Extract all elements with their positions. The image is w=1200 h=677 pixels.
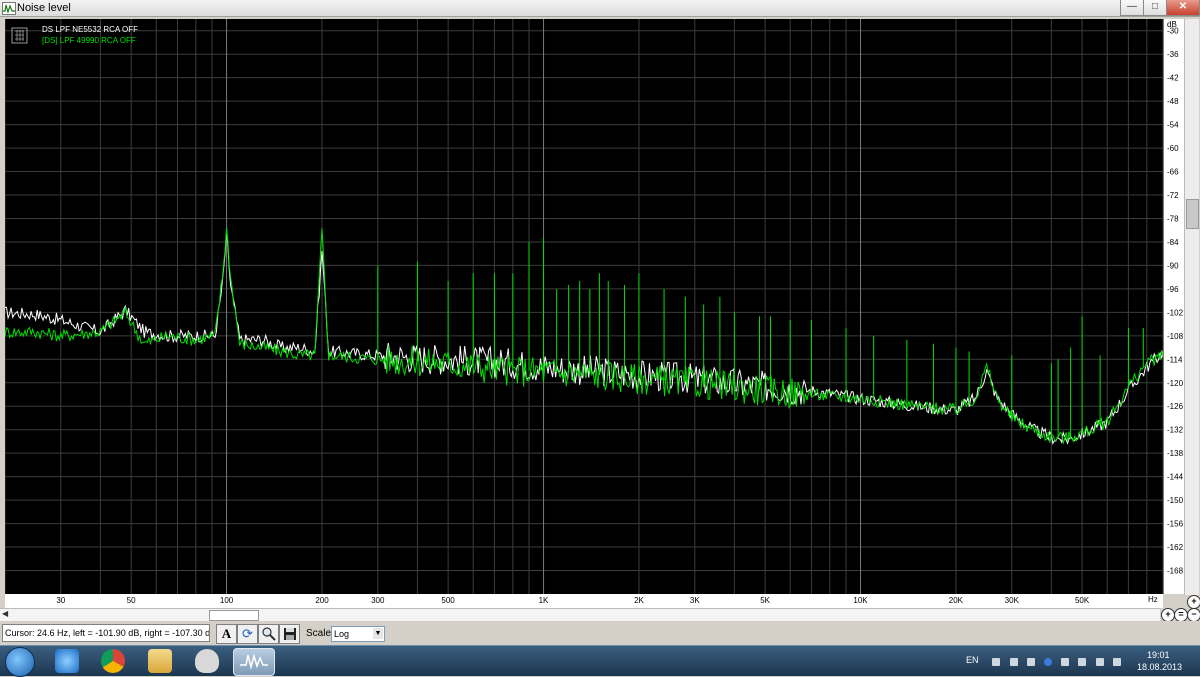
x-tick-label: 30K xyxy=(1005,596,1020,605)
internet-explorer-icon[interactable] xyxy=(55,649,79,673)
x-tick-label: 50K xyxy=(1075,596,1090,605)
y-tick-label: -120 xyxy=(1167,379,1184,388)
legend-grid-icon xyxy=(15,30,24,41)
scroll-left-icon[interactable]: ◀ xyxy=(2,609,8,618)
scale-select[interactable]: Log ▼ xyxy=(331,626,385,642)
window-title: Noise level xyxy=(17,2,71,14)
start-button[interactable] xyxy=(5,647,35,677)
zoom-controls: + = − + xyxy=(1158,594,1200,622)
letter-a-icon[interactable]: A xyxy=(216,624,237,644)
y-tick-label: -162 xyxy=(1167,543,1184,552)
clock-time[interactable]: 19:01 xyxy=(1147,650,1170,660)
vertical-scrollbar[interactable] xyxy=(1184,19,1199,595)
y-tick-label: -108 xyxy=(1167,332,1184,341)
y-tick-label: -150 xyxy=(1167,496,1184,505)
y-tick-label: -132 xyxy=(1167,426,1184,435)
horizontal-scrollbar[interactable]: ◀ xyxy=(0,608,1160,621)
y-tick-label: -60 xyxy=(1167,144,1179,153)
y-tick-label: -126 xyxy=(1167,402,1184,411)
tray-usb-icon[interactable] xyxy=(1061,658,1069,666)
chevron-down-icon[interactable]: ▼ xyxy=(373,628,383,639)
horizontal-scroll-thumb[interactable] xyxy=(209,610,259,621)
y-tick-label: -72 xyxy=(1167,191,1179,200)
scale-value: Log xyxy=(334,629,350,639)
y-tick-label: -138 xyxy=(1167,449,1184,458)
x-axis-unit: Hz xyxy=(1148,595,1158,604)
maximize-button[interactable]: □ xyxy=(1143,0,1167,16)
zoom-out-icon[interactable]: − xyxy=(1187,608,1200,622)
spectrum-plot[interactable]: DS LPF NE5532 RCA OFF [DS] LPF 49990 RCA… xyxy=(5,19,1163,594)
legend-entry-2: [DS] LPF 49990 RCA OFF xyxy=(42,36,136,45)
x-tick-label: 10K xyxy=(853,596,868,605)
legend-entry-1: DS LPF NE5532 RCA OFF xyxy=(42,25,138,34)
grid-minor xyxy=(5,19,1163,594)
bluetooth-icon[interactable] xyxy=(1044,658,1052,666)
language-indicator[interactable]: EN xyxy=(966,655,979,665)
floppy-disk-icon[interactable] xyxy=(279,624,300,644)
x-tick-label: 300 xyxy=(371,596,385,605)
clock-date[interactable]: 18.08.2013 xyxy=(1137,662,1182,672)
signal-icon[interactable] xyxy=(1078,658,1086,666)
foobar-icon[interactable] xyxy=(195,649,219,673)
zoom-in-icon[interactable]: + xyxy=(1161,608,1175,622)
x-tick-label: 30 xyxy=(56,596,65,605)
tray-app-icon[interactable] xyxy=(992,658,1000,666)
x-tick-label: 200 xyxy=(315,596,329,605)
tray-network-icon[interactable] xyxy=(1027,658,1035,666)
scale-label: Scale xyxy=(306,628,332,639)
taskbar: EN 19:01 18.08.2013 xyxy=(0,645,1200,677)
tray-flag-icon[interactable] xyxy=(1113,658,1121,666)
x-tick-label: 100 xyxy=(220,596,234,605)
y-tick-label: -78 xyxy=(1167,215,1179,224)
y-tick-label: -30 xyxy=(1167,27,1179,36)
tray-monitor-icon[interactable] xyxy=(1010,658,1018,666)
minimize-button[interactable]: — xyxy=(1120,0,1144,16)
y-tick-label: -90 xyxy=(1167,261,1179,270)
y-tick-label: -48 xyxy=(1167,97,1179,106)
waveform-icon xyxy=(2,2,16,15)
taskbar-rmaa-button[interactable] xyxy=(233,648,275,676)
zoom-in-y-icon[interactable]: + xyxy=(1187,595,1200,609)
x-tick-label: 5K xyxy=(760,596,770,605)
volume-icon[interactable] xyxy=(1096,658,1104,666)
y-axis: dB -30-36-42-48-54-60-66-72-78-84-90-96-… xyxy=(1163,19,1184,594)
waveform-icon xyxy=(240,653,268,670)
y-tick-label: -114 xyxy=(1167,355,1183,364)
cursor-readout: Cursor: 24.6 Hz, left = -101.90 dB, righ… xyxy=(2,624,210,642)
title-bar: Noise level — □ ✕ xyxy=(0,0,1200,17)
magnifier-icon[interactable] xyxy=(258,624,279,644)
y-tick-label: -96 xyxy=(1167,285,1179,294)
legend: DS LPF NE5532 RCA OFF [DS] LPF 49990 RCA… xyxy=(11,25,138,45)
y-tick-label: -66 xyxy=(1167,168,1179,177)
y-tick-label: -36 xyxy=(1167,50,1179,59)
y-tick-label: -156 xyxy=(1167,520,1184,529)
y-tick-label: -84 xyxy=(1167,238,1179,247)
y-tick-label: -102 xyxy=(1167,308,1184,317)
refresh-icon[interactable]: ⟳ xyxy=(237,624,258,644)
zoom-reset-icon[interactable]: = xyxy=(1174,608,1188,622)
x-tick-label: 1K xyxy=(539,596,549,605)
vertical-scroll-thumb[interactable] xyxy=(1186,199,1199,229)
y-tick-label: -144 xyxy=(1167,473,1184,482)
y-tick-label: -42 xyxy=(1167,74,1179,83)
y-tick-label: -168 xyxy=(1167,567,1184,576)
x-tick-label: 500 xyxy=(441,596,455,605)
close-button[interactable]: ✕ xyxy=(1166,0,1200,16)
x-tick-label: 3K xyxy=(690,596,700,605)
x-tick-label: 2K xyxy=(634,596,644,605)
y-tick-label: -54 xyxy=(1167,121,1179,130)
x-axis: 30 50 100 200 300 500 1K 2K 3K 5K 10K 20K 30K 50K Hz xyxy=(5,594,1163,608)
x-tick-label: 20K xyxy=(949,596,964,605)
folder-icon[interactable] xyxy=(148,649,172,673)
chrome-icon[interactable] xyxy=(101,649,125,673)
x-tick-label: 50 xyxy=(127,596,136,605)
status-bar: Cursor: 24.6 Hz, left = -101.90 dB, righ… xyxy=(0,621,1200,645)
